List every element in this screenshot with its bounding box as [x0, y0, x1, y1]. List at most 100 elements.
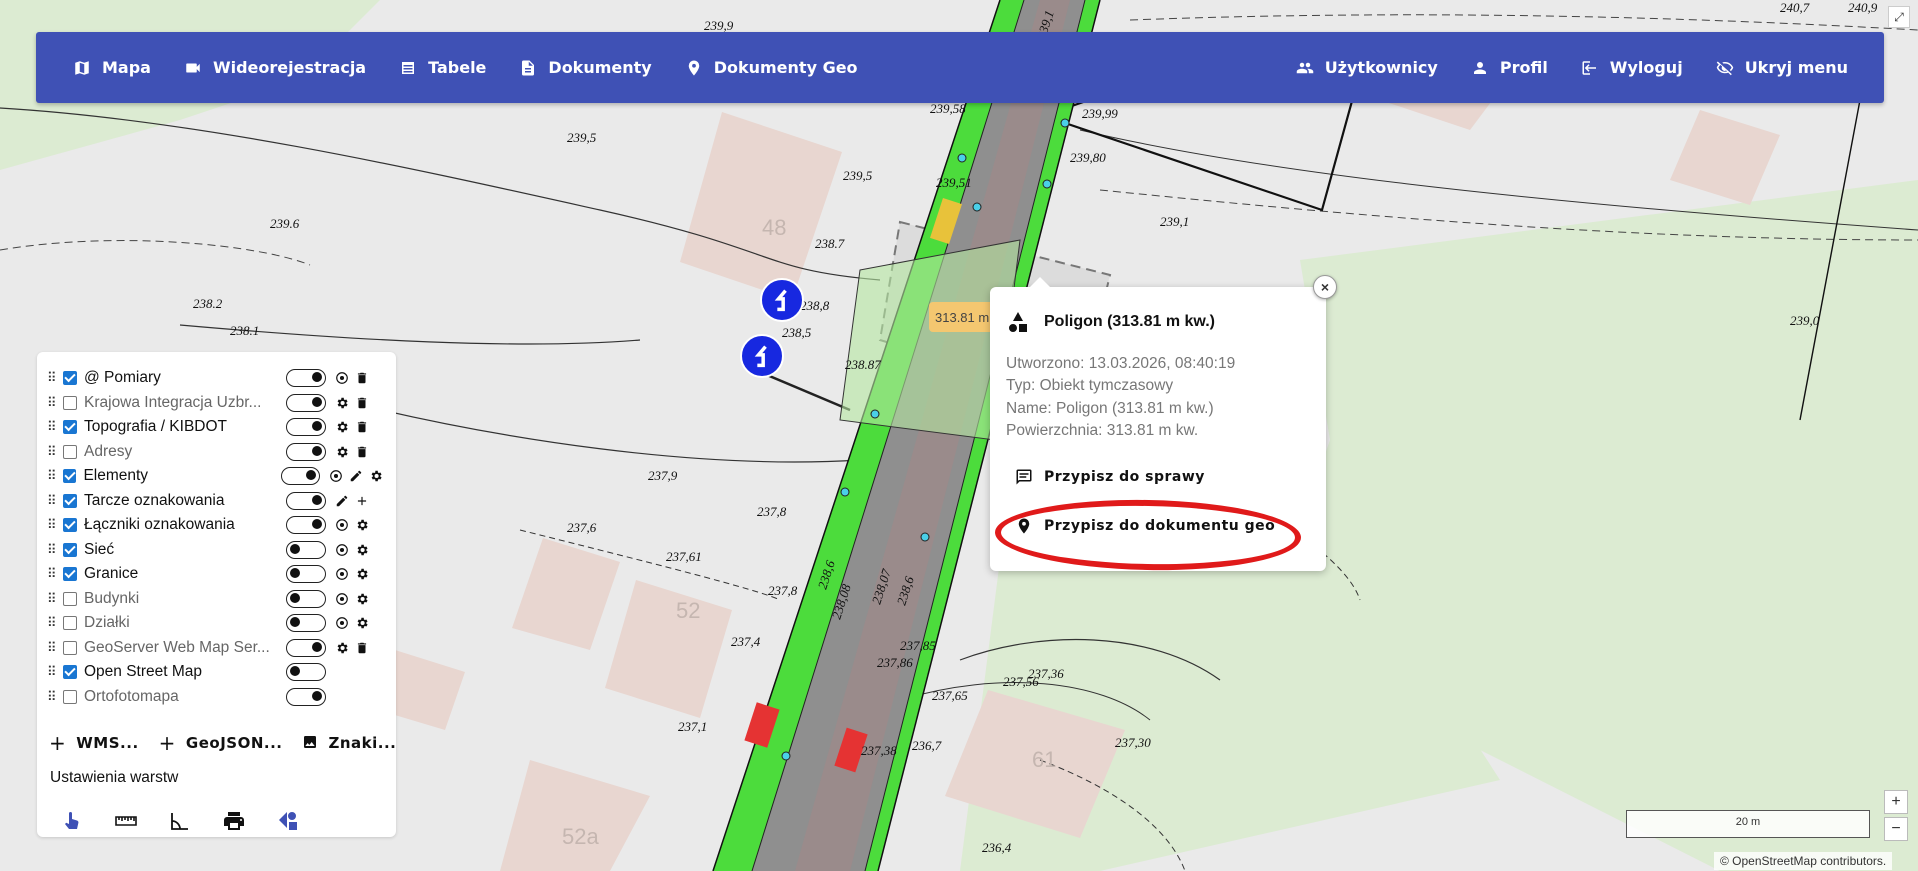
gear-icon[interactable] — [332, 639, 352, 657]
gear-icon[interactable] — [352, 516, 372, 534]
layer-visibility-toggle[interactable] — [286, 418, 326, 437]
traffic-sign-marker[interactable] — [760, 278, 804, 322]
layer-row: ⠿ Open Street Map — [47, 660, 386, 685]
print-tool-button[interactable] — [219, 806, 249, 836]
layer-name: Sieć — [84, 540, 115, 558]
zoom-in-button[interactable]: + — [1884, 790, 1908, 814]
traffic-sign-marker[interactable] — [740, 334, 784, 378]
layer-settings-link[interactable]: Ustawienia warstw — [47, 769, 386, 787]
layer-visibility-toggle[interactable] — [286, 687, 326, 706]
nav-profil[interactable]: Profil — [1454, 46, 1564, 90]
nav-dokumenty-geo[interactable]: Dokumenty Geo — [668, 46, 874, 90]
layer-checkbox[interactable] — [63, 689, 77, 704]
layer-visibility-toggle[interactable] — [280, 467, 320, 486]
layer-checkbox[interactable] — [63, 591, 77, 606]
pencil-icon[interactable] — [332, 492, 352, 510]
locate-icon[interactable] — [332, 590, 352, 608]
add-geojson-button[interactable]: + GeoJSON... — [159, 731, 283, 755]
gear-icon[interactable] — [352, 614, 372, 632]
drag-handle-icon[interactable]: ⠿ — [47, 664, 59, 680]
assign-to-case-button[interactable]: Przypisz do sprawy — [1014, 464, 1300, 490]
nav-tabele[interactable]: Tabele — [382, 46, 502, 90]
select-tool-button[interactable] — [57, 806, 87, 836]
drag-handle-icon[interactable]: ⠿ — [47, 468, 59, 484]
nav-ukryj-menu[interactable]: Ukryj menu — [1699, 46, 1864, 90]
layer-checkbox[interactable] — [62, 469, 77, 484]
nav-dokumenty[interactable]: Dokumenty — [502, 46, 667, 90]
assign-to-geo-document-button[interactable]: Przypisz do dokumentu geo — [1014, 513, 1300, 539]
layer-visibility-toggle[interactable] — [286, 442, 326, 461]
elevation-label: 239,5 — [567, 130, 597, 145]
layer-checkbox[interactable] — [63, 567, 77, 582]
layer-checkbox[interactable] — [63, 616, 77, 631]
layer-checkbox[interactable] — [63, 542, 77, 557]
drag-handle-icon[interactable]: ⠿ — [47, 419, 59, 435]
drag-handle-icon[interactable]: ⠿ — [47, 493, 59, 509]
layer-checkbox[interactable] — [63, 420, 77, 435]
layer-visibility-toggle[interactable] — [286, 393, 326, 412]
trash-icon[interactable] — [352, 639, 372, 657]
layer-name: Działki — [84, 614, 130, 632]
layer-visibility-toggle[interactable] — [286, 638, 326, 657]
gear-icon[interactable] — [332, 394, 352, 412]
plus-icon[interactable] — [352, 492, 372, 510]
add-wms-button[interactable]: + WMS... — [49, 731, 139, 755]
ruler-tool-button[interactable] — [111, 806, 141, 836]
layer-checkbox[interactable] — [63, 665, 77, 680]
layer-visibility-toggle[interactable] — [286, 369, 326, 388]
layer-visibility-toggle[interactable] — [286, 614, 326, 633]
drag-handle-icon[interactable]: ⠿ — [47, 542, 59, 558]
nav-mapa[interactable]: Mapa — [56, 46, 167, 90]
gear-icon[interactable] — [332, 418, 352, 436]
elevation-label: 239,5 — [843, 168, 873, 183]
drag-handle-icon[interactable]: ⠿ — [47, 566, 59, 582]
drag-handle-icon[interactable]: ⠿ — [47, 517, 59, 533]
drag-handle-icon[interactable]: ⠿ — [47, 444, 59, 460]
scale-label: 20 m — [1735, 816, 1761, 828]
layer-checkbox[interactable] — [63, 640, 77, 655]
drag-handle-icon[interactable]: ⠿ — [47, 395, 59, 411]
angle-tool-button[interactable] — [165, 806, 195, 836]
trash-icon[interactable] — [352, 418, 372, 436]
layer-visibility-toggle[interactable] — [286, 663, 326, 682]
locate-icon[interactable] — [332, 614, 352, 632]
gear-icon[interactable] — [366, 467, 386, 485]
fullscreen-icon[interactable]: ⤢ — [1888, 6, 1910, 28]
location-pin-icon — [1014, 516, 1034, 536]
nav-wyloguj[interactable]: Wyloguj — [1564, 46, 1699, 90]
layer-visibility-toggle[interactable] — [286, 491, 326, 510]
layer-checkbox[interactable] — [63, 444, 77, 459]
layer-checkbox[interactable] — [63, 493, 77, 508]
drag-handle-icon[interactable]: ⠿ — [47, 591, 59, 607]
layer-checkbox[interactable] — [63, 395, 77, 410]
layer-visibility-toggle[interactable] — [286, 565, 326, 584]
drag-handle-icon[interactable]: ⠿ — [47, 615, 59, 631]
layer-visibility-toggle[interactable] — [286, 540, 326, 559]
nav-wideorejestracja[interactable]: Wideorejestracja — [167, 46, 382, 90]
locate-icon[interactable] — [332, 541, 352, 559]
gear-icon[interactable] — [352, 565, 372, 583]
close-icon[interactable]: × — [1313, 275, 1337, 299]
layer-visibility-toggle[interactable] — [286, 589, 326, 608]
zoom-out-button[interactable]: − — [1884, 817, 1908, 841]
gear-icon[interactable] — [332, 443, 352, 461]
gear-icon[interactable] — [352, 590, 372, 608]
drag-handle-icon[interactable]: ⠿ — [47, 370, 59, 386]
znaki-button[interactable]: Znaki... — [302, 731, 396, 755]
trash-icon[interactable] — [352, 443, 372, 461]
layer-checkbox[interactable] — [63, 518, 77, 533]
locate-icon[interactable] — [332, 516, 352, 534]
locate-icon[interactable] — [332, 369, 352, 387]
locate-icon[interactable] — [332, 565, 352, 583]
trash-icon[interactable] — [352, 394, 372, 412]
drag-handle-icon[interactable]: ⠿ — [47, 689, 59, 705]
trash-icon[interactable] — [352, 369, 372, 387]
nav-uzytkownicy[interactable]: Użytkownicy — [1279, 46, 1454, 90]
pencil-icon[interactable] — [346, 467, 366, 485]
drag-handle-icon[interactable]: ⠿ — [47, 640, 59, 656]
layer-checkbox[interactable] — [63, 371, 77, 386]
gear-icon[interactable] — [352, 541, 372, 559]
locate-icon[interactable] — [326, 467, 346, 485]
layer-visibility-toggle[interactable] — [286, 516, 326, 535]
shapes-tool-button[interactable] — [273, 806, 303, 836]
